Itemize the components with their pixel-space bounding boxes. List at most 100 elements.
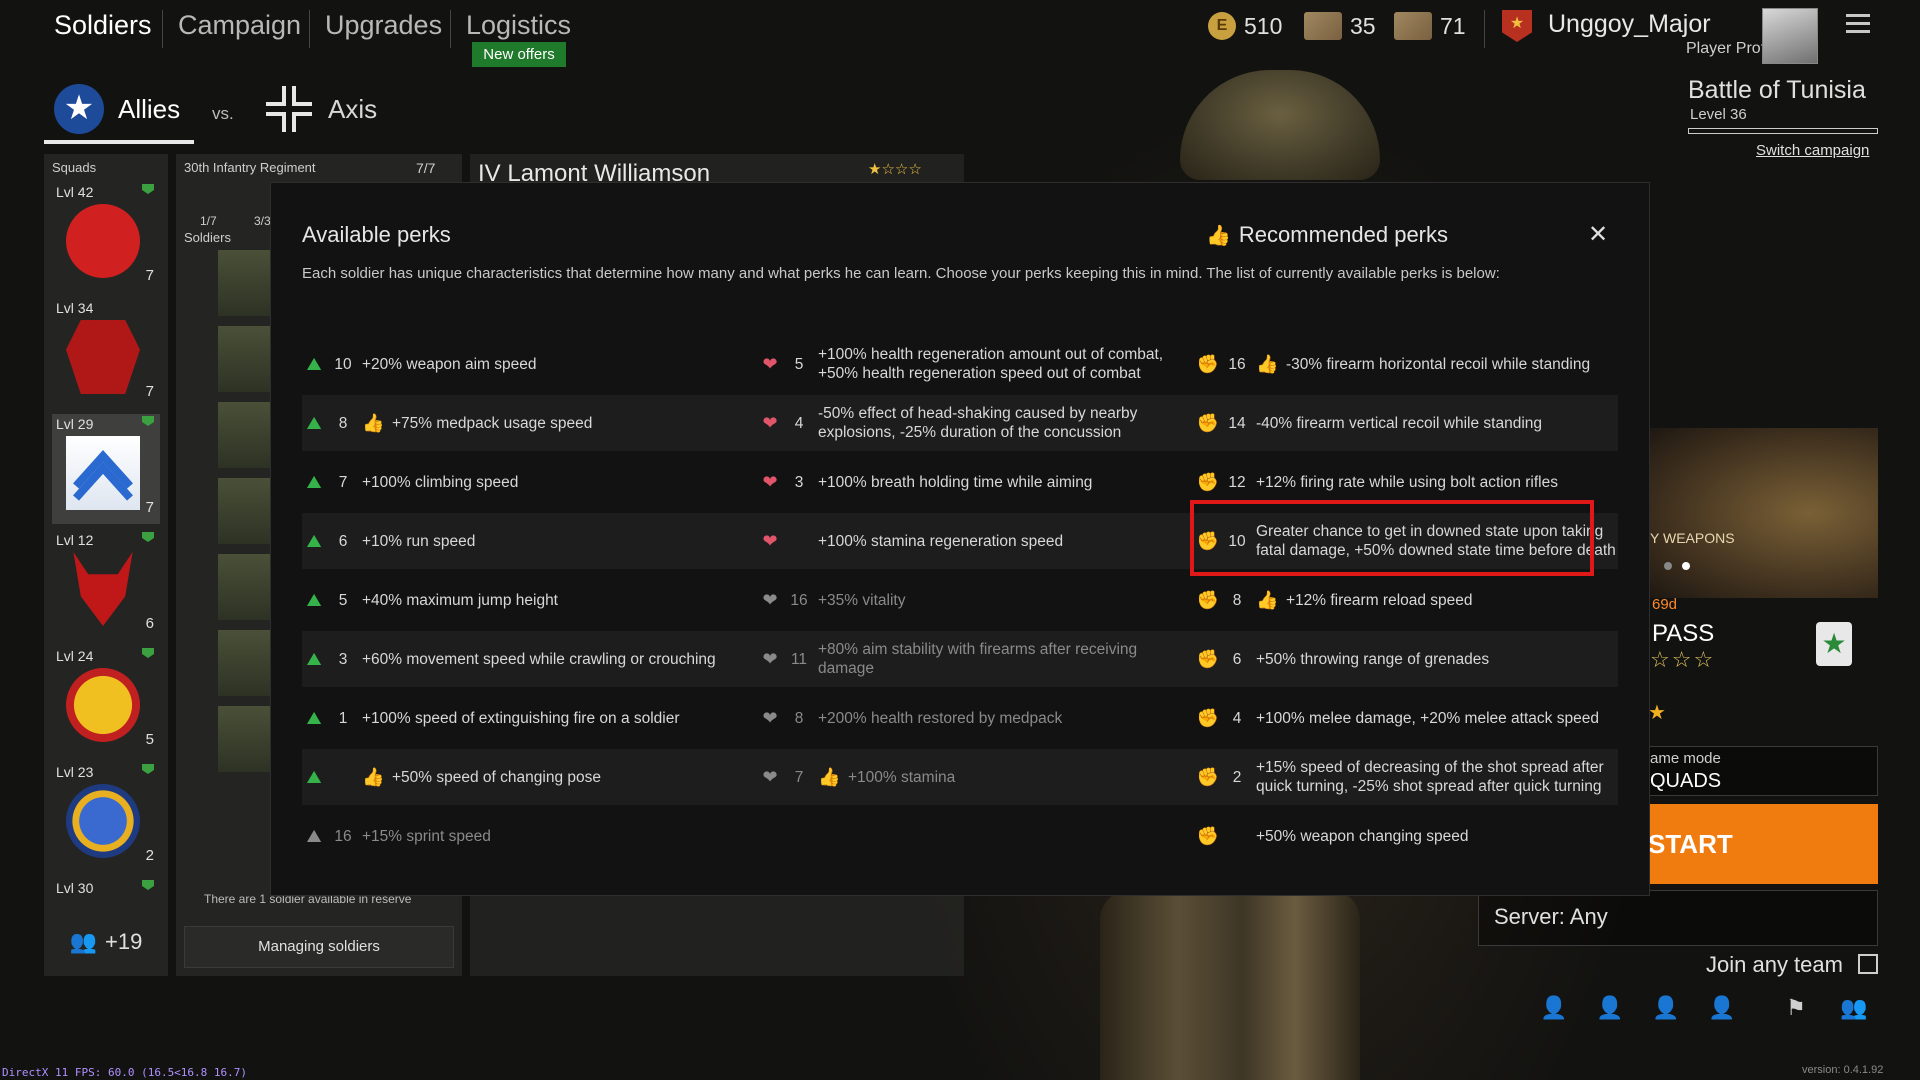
perk-item[interactable]: ✊ 4 +100% melee damage, +20% melee attack … <box>1196 690 1616 746</box>
squad-card[interactable]: Lvl 23 2 <box>52 762 160 872</box>
faction-axis[interactable]: Axis <box>328 94 377 125</box>
tab-logistics[interactable]: Logistics <box>466 10 571 41</box>
perk-item[interactable]: ❤ 4 -50% effect of head-shaking caused by … <box>758 395 1190 451</box>
perk-cost: 3 <box>338 650 348 668</box>
perk-cost: 6 <box>1232 650 1242 668</box>
perk-item[interactable]: ✊ 16 👍 -30% firearm horizontal recoil while… <box>1196 336 1616 392</box>
perk-item[interactable]: ⛰ 7 +100% climbing speed <box>302 454 742 510</box>
strength-perk-icon: ✊ <box>1196 707 1220 728</box>
perk-description: +100% stamina <box>848 768 956 786</box>
thumbs-up-icon: 👍 <box>818 766 841 787</box>
vitality-perk-icon: ❤ <box>762 766 778 787</box>
perk-item[interactable]: ⛰ 👍 +50% speed of changing pose <box>302 749 742 805</box>
game-mode-label: ame mode <box>1650 750 1721 767</box>
campaign-title: Battle of Tunisia <box>1688 76 1866 104</box>
soldier-portrait[interactable] <box>218 706 270 772</box>
tab-campaign[interactable]: Campaign <box>178 10 301 41</box>
battle-pass-banner[interactable] <box>1650 428 1878 598</box>
soldier-portrait[interactable] <box>218 630 270 696</box>
add-friend-icon[interactable]: 👤 <box>1706 996 1738 1022</box>
menu-icon[interactable] <box>1846 14 1870 36</box>
squad-level: Lvl 23 <box>56 764 94 780</box>
vitality-perk-icon: ❤ <box>762 530 778 551</box>
perk-item[interactable]: ✊ 14 -40% firearm vertical recoil while st… <box>1196 395 1616 451</box>
soldier-portrait[interactable] <box>218 478 270 544</box>
perk-item[interactable]: ⛰ 3 +60% movement speed while crawling or … <box>302 631 742 687</box>
join-any-team-checkbox[interactable] <box>1858 954 1878 974</box>
perk-cost: 4 <box>794 414 804 432</box>
perk-description: +200% health restored by medpack <box>818 709 1063 727</box>
squad-emblem-icon <box>66 320 140 394</box>
soldier-portrait[interactable] <box>218 554 270 620</box>
perk-item[interactable]: ❤ 8 +200% health restored by medpack <box>758 690 1190 746</box>
perk-row: ⛰ 👍 +50% speed of changing pose ❤ 7 👍 +100% st… <box>302 749 1618 805</box>
perk-item[interactable]: ❤ +100% stamina regeneration speed <box>758 513 1190 569</box>
perk-item[interactable]: ⛰ 8 👍 +75% medpack usage speed <box>302 395 742 451</box>
soldier-portrait[interactable] <box>218 402 270 468</box>
perk-item[interactable]: ⛰ 6 +10% run speed <box>302 513 742 569</box>
avatar[interactable] <box>1762 8 1818 64</box>
perk-description: +100% melee damage, +20% melee attack sp… <box>1256 709 1599 727</box>
allies-star-icon[interactable]: ★ <box>54 84 104 134</box>
carousel-dot-active[interactable] <box>1682 562 1690 570</box>
perk-item[interactable]: ✊ 2 +15% speed of decreasing of the shot s… <box>1196 749 1616 805</box>
add-friend-icon[interactable]: 👤 <box>1594 996 1626 1022</box>
perk-row: ⛰ 8 👍 +75% medpack usage speed ❤ 4 -50% effect… <box>302 395 1618 451</box>
squad-card-selected[interactable]: Lvl 29 7 <box>52 414 160 524</box>
close-icon[interactable]: ✕ <box>1588 220 1608 248</box>
version-label: version: 0.4.1.92 <box>1802 1064 1884 1076</box>
squad-level: Lvl 12 <box>56 532 94 548</box>
squad-card[interactable]: Lvl 34 7 <box>52 298 160 408</box>
soldier-model-legs <box>1100 890 1360 1080</box>
add-friend-icon[interactable]: 👤 <box>1650 996 1682 1022</box>
carousel-dot[interactable] <box>1664 562 1672 570</box>
perk-item[interactable]: ✊ 8 👍 +12% firearm reload speed <box>1196 572 1616 628</box>
new-offers-badge[interactable]: New offers <box>472 42 566 67</box>
perk-cost: 4 <box>1232 709 1242 727</box>
agility-perk-icon: ⛰ <box>306 589 322 610</box>
tab-soldiers[interactable]: Soldiers <box>54 10 152 41</box>
managing-soldiers-button[interactable]: Managing soldiers <box>184 926 454 968</box>
perk-cost: 12 <box>1228 473 1246 491</box>
switch-campaign-link[interactable]: Switch campaign <box>1756 142 1869 159</box>
perk-item[interactable]: ✊ +50% weapon changing speed <box>1196 808 1616 864</box>
add-friend-icon[interactable]: 👤 <box>1538 996 1570 1022</box>
perk-item[interactable]: ⛰ 5 +40% maximum jump height <box>302 572 742 628</box>
perk-item[interactable]: ❤ 5 +100% health regeneration amount out o… <box>758 336 1190 392</box>
perk-item[interactable]: ❤ 3 +100% breath holding time while aiming <box>758 454 1190 510</box>
nav-divider <box>162 10 163 48</box>
flag-icon[interactable]: ⚑ <box>1780 996 1812 1022</box>
soldier-portrait[interactable] <box>218 326 270 392</box>
currency-coins[interactable]: E 510 <box>1208 12 1282 40</box>
currency-value: 35 <box>1350 12 1376 39</box>
squad-card[interactable]: Lvl 12 6 <box>52 530 160 640</box>
perk-item[interactable]: ✊ 6 +50% throwing range of grenades <box>1196 631 1616 687</box>
perk-item[interactable]: ⛰ 1 +100% speed of extinguishing fire on a… <box>302 690 742 746</box>
group-icon[interactable]: 👥 <box>1838 996 1870 1022</box>
rank-badge-icon[interactable]: ★ <box>1502 10 1532 42</box>
soldier-portrait[interactable] <box>218 250 270 316</box>
start-button[interactable]: START <box>1648 804 1878 884</box>
more-squads-button[interactable]: 👥 +19 <box>52 914 160 970</box>
perk-description: +60% movement speed while crawling or cr… <box>362 650 716 668</box>
class-count: 1/7 <box>200 214 217 228</box>
join-any-team-label: Join any team <box>1706 952 1843 977</box>
player-name[interactable]: Unggoy_Major <box>1548 10 1711 39</box>
axis-cross-icon[interactable] <box>264 84 314 134</box>
squad-card[interactable]: Lvl 42 7 <box>52 182 160 292</box>
faction-allies[interactable]: Allies <box>118 94 180 125</box>
tab-upgrades[interactable]: Upgrades <box>325 10 442 41</box>
perk-item[interactable]: ⛰ 16 +15% sprint speed <box>302 808 742 864</box>
vitality-perk-icon: ❤ <box>762 471 778 492</box>
currency-cards-a[interactable]: 35 <box>1304 12 1376 40</box>
perk-item[interactable]: ⛰ 10 +20% weapon aim speed <box>302 336 742 392</box>
perk-item[interactable]: ❤ 16 +35% vitality <box>758 572 1190 628</box>
perk-row: ⛰ 16 +15% sprint speed ✊ +50% weapon changin… <box>302 808 1618 864</box>
perk-cost: 8 <box>338 414 348 432</box>
perk-item[interactable]: ❤ 11 +80% aim stability with firearms afte… <box>758 631 1190 687</box>
squad-card[interactable]: Lvl 24 5 <box>52 646 160 756</box>
pass-badge-icon[interactable]: ★ <box>1816 622 1852 666</box>
squad-card[interactable]: Lvl 30 <box>52 878 160 908</box>
perk-item[interactable]: ❤ 7 👍 +100% stamina <box>758 749 1190 805</box>
currency-cards-b[interactable]: 71 <box>1394 12 1466 40</box>
